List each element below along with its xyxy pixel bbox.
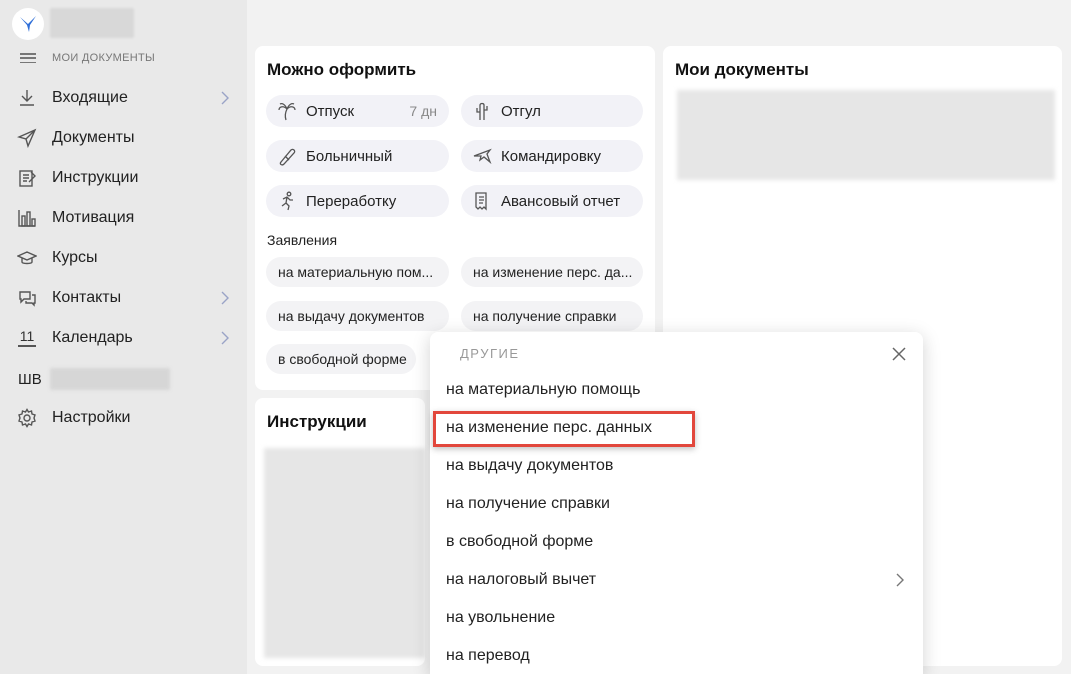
cactus-icon [471,100,493,122]
dropdown-item-highlighted[interactable]: на изменение перс. данных [446,419,652,437]
bird-logo-icon [20,16,36,32]
dropdown-header: ДРУГИЕ [460,346,520,361]
menu-icon[interactable] [20,53,36,63]
instructions-card: Инструкции [255,398,425,666]
vacation-chip[interactable]: Отпуск 7 дн [266,95,449,127]
chevron-right-icon [221,291,229,305]
bar-chart-icon [16,207,38,229]
instructions-list-redacted [264,448,425,658]
dropdown-item[interactable]: на увольнение [446,609,555,627]
sidebar-item-contacts[interactable]: Контакты [16,283,236,313]
chip-label: Отгул [501,102,541,120]
dropdown-item[interactable]: на перевод [446,647,530,665]
user-name-redacted [50,368,170,390]
sidebar-item-label: Входящие [52,89,128,106]
pill-icon [276,145,298,167]
chevron-right-icon [221,331,229,345]
sidebar-item-label: Календарь [52,329,133,346]
sick-leave-chip[interactable]: Больничный [266,140,449,172]
dropdown-item[interactable]: на выдачу документов [446,457,613,475]
chip-label: Больничный [306,147,393,165]
dropdown-item[interactable]: на налоговый вычет [446,571,596,589]
sidebar-item-settings[interactable]: Настройки [16,403,236,433]
sidebar-item-label: Инструкции [52,169,139,186]
section-header: МОИ ДОКУМЕНТЫ [20,52,155,64]
chevron-right-icon [896,573,904,587]
sidebar-item-instructions[interactable]: Инструкции [16,163,236,193]
card-title: Инструкции [267,412,367,431]
sidebar-item-calendar[interactable]: 11 Календарь [16,323,236,353]
gear-icon [16,407,38,429]
running-person-icon [276,190,298,212]
user-profile[interactable]: ШВ [18,368,170,390]
sidebar-item-label: Документы [52,129,135,146]
sidebar-item-label: Контакты [52,289,122,306]
sidebar-item-courses[interactable]: Курсы [16,243,236,273]
chip-label: Авансовый отчет [501,192,621,210]
graduation-cap-icon [16,247,38,269]
chip-label: Командировку [501,147,602,165]
sidebar: МОИ ДОКУМЕНТЫ Входящие Документы Инструк… [0,0,247,674]
calendar-icon: 11 [16,327,38,349]
app-logo[interactable] [12,8,44,40]
sidebar-item-label: Курсы [52,249,98,266]
section-label: МОИ ДОКУМЕНТЫ [52,52,156,64]
application-pill[interactable]: в свободной форме [266,344,416,374]
vacation-days-count: 7 дн [409,103,437,119]
other-applications-dropdown: ДРУГИЕ на материальную помощь на изменен… [430,332,923,674]
palm-tree-icon [276,100,298,122]
overtime-chip[interactable]: Переработку [266,185,449,217]
chip-label: Отпуск [306,102,355,120]
applications-label: Заявления [267,232,338,248]
sidebar-item-motivation[interactable]: Мотивация [16,203,236,233]
card-title: Можно оформить [267,60,417,79]
dropdown-item[interactable]: на получение справки [446,495,610,513]
application-pill[interactable]: на получение справки [461,301,643,331]
organization-name-redacted [50,8,134,38]
application-pill[interactable]: на материальную пом... [266,257,449,287]
chip-label: Переработку [306,192,397,210]
time-off-chip[interactable]: Отгул [461,95,643,127]
chevron-right-icon [221,91,229,105]
sidebar-item-documents[interactable]: Документы [16,123,236,153]
receipt-icon [471,190,493,212]
user-initials: ШВ [18,370,42,388]
send-icon [16,127,38,149]
dropdown-item[interactable]: в свободной форме [446,533,593,551]
close-icon[interactable] [891,346,907,362]
sidebar-item-incoming[interactable]: Входящие [16,83,236,113]
application-pill[interactable]: на выдачу документов [266,301,449,331]
card-title: Мои документы [675,60,809,79]
documents-list-redacted [677,90,1055,180]
sidebar-item-label: Мотивация [52,209,135,226]
expense-report-chip[interactable]: Авансовый отчет [461,185,643,217]
dropdown-item[interactable]: на материальную помощь [446,381,640,399]
business-trip-chip[interactable]: Командировку [461,140,643,172]
airplane-icon [471,145,493,167]
chat-bubbles-icon [16,287,38,309]
checklist-icon [16,167,38,189]
download-icon [16,87,38,109]
application-pill[interactable]: на изменение перс. да... [461,257,643,287]
sidebar-item-label: Настройки [52,409,131,426]
